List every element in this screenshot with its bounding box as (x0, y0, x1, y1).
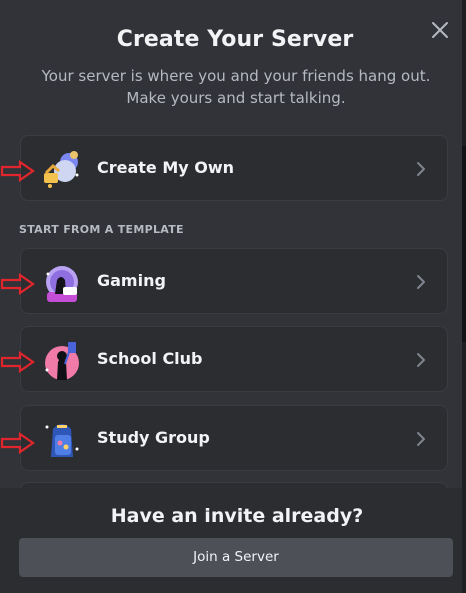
school-club-icon (45, 342, 79, 380)
annotation-arrow-icon (0, 351, 35, 373)
create-my-own-label: Create My Own (97, 158, 235, 177)
template-option-gaming[interactable]: Gaming (20, 248, 448, 314)
template-label-gaming: Gaming (97, 271, 166, 290)
chevron-right-icon (417, 162, 425, 176)
create-server-modal: Create Your Server Your server is where … (0, 0, 462, 593)
create-server-icon (44, 151, 79, 188)
modal-footer: Have an invite already? Join a Server (0, 488, 462, 593)
study-group-icon (45, 424, 79, 457)
join-server-button[interactable]: Join a Server (19, 538, 453, 577)
modal-title: Create Your Server (116, 27, 354, 52)
create-my-own-option[interactable]: Create My Own (20, 135, 448, 201)
modal-subtitle: Your server is where you and your friend… (41, 67, 431, 107)
template-section-label: START FROM A TEMPLATE (19, 223, 184, 236)
invite-heading: Have an invite already? (110, 505, 364, 527)
gaming-icon (46, 266, 78, 302)
scrollbar-thumb[interactable] (462, 146, 466, 342)
template-option-study-group[interactable]: Study Group (20, 405, 448, 471)
chevron-right-icon (417, 353, 425, 367)
template-label-study-group: Study Group (97, 428, 210, 447)
annotation-arrow-icon (0, 160, 35, 182)
chevron-right-icon (417, 432, 425, 446)
chevron-right-icon (417, 275, 425, 289)
scrollbar[interactable] (462, 0, 466, 593)
template-option-school-club[interactable]: School Club (20, 326, 448, 392)
annotation-arrow-icon (0, 432, 35, 454)
annotation-arrow-icon (0, 273, 35, 295)
template-label-school-club: School Club (97, 349, 203, 368)
